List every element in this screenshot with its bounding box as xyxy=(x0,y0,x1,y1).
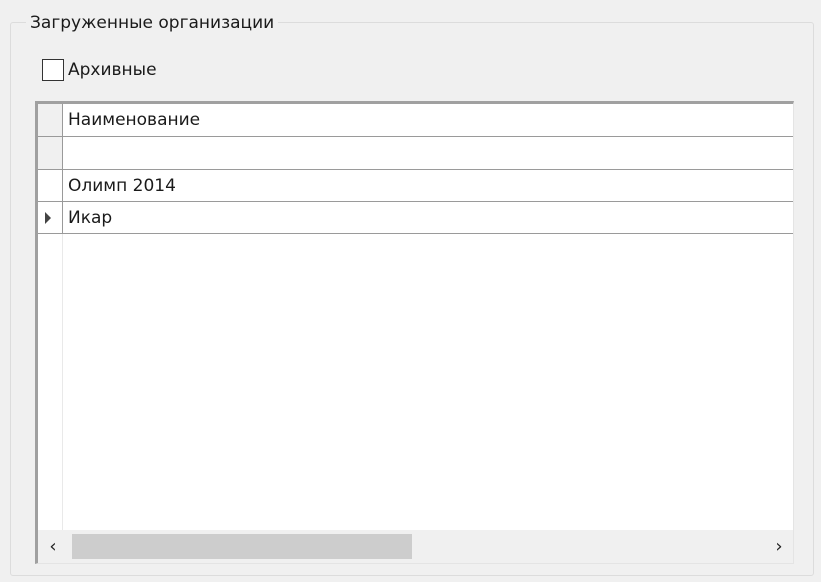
column-header-name[interactable]: Наименование xyxy=(68,104,200,136)
organizations-grid[interactable]: Наименование Олимп 2014 Икар ‹ › xyxy=(35,101,794,564)
scroll-left-icon[interactable]: ‹ xyxy=(38,530,68,563)
table-row[interactable]: Олимп 2014 xyxy=(38,170,793,202)
horizontal-scrollbar[interactable]: ‹ › xyxy=(38,530,793,563)
table-row[interactable]: Икар xyxy=(38,202,793,234)
cell-name[interactable]: Икар xyxy=(68,202,112,233)
row-indicator xyxy=(38,202,63,233)
grid-filter-row[interactable] xyxy=(38,137,793,170)
cell-name[interactable]: Олимп 2014 xyxy=(68,170,176,201)
archive-checkbox[interactable]: Архивные xyxy=(42,57,157,83)
grid-header-row: Наименование xyxy=(38,104,793,137)
scroll-right-icon[interactable]: › xyxy=(764,530,793,563)
archive-checkbox-box[interactable] xyxy=(42,59,64,81)
archive-checkbox-label[interactable]: Архивные xyxy=(68,60,157,80)
indicator-column xyxy=(38,234,63,563)
filter-indicator-cell xyxy=(38,137,63,169)
scrollbar-thumb[interactable] xyxy=(72,534,412,559)
row-indicator xyxy=(38,170,63,201)
group-title: Загруженные организации xyxy=(26,12,279,34)
header-indicator-cell xyxy=(38,104,63,136)
current-row-pointer-icon xyxy=(45,211,51,224)
